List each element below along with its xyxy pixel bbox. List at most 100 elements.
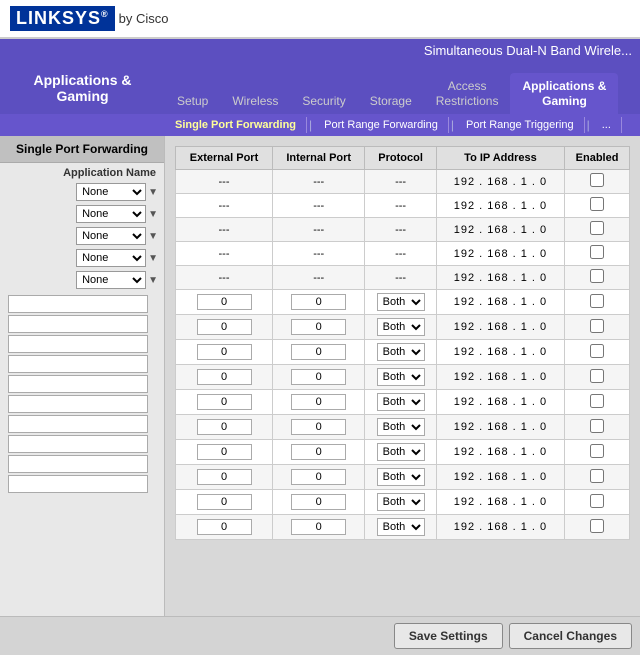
ext-port-input[interactable]	[197, 494, 252, 510]
protocol-select[interactable]: Both TCP UDP	[377, 468, 425, 486]
sidebar-row-2: None ▼	[0, 203, 164, 225]
enabled-checkbox[interactable]	[590, 221, 604, 235]
app-name-input-8[interactable]	[8, 435, 148, 453]
sub-nav: Single Port Forwarding | Port Range Forw…	[0, 114, 640, 136]
enabled-checkbox[interactable]	[590, 444, 604, 458]
content-area: Single Port Forwarding Application Name …	[0, 136, 640, 616]
enabled-checkbox[interactable]	[590, 519, 604, 533]
ext-port-input[interactable]	[197, 369, 252, 385]
int-port-input[interactable]	[291, 469, 346, 485]
proto-cell: Both TCP UDP	[365, 515, 436, 540]
ext-port-input[interactable]	[197, 344, 252, 360]
ext-port-cell	[176, 315, 273, 340]
enabled-checkbox[interactable]	[590, 369, 604, 383]
table-row: Both TCP UDP 192 . 168 . 1 . 0	[176, 465, 630, 490]
enabled-cell	[565, 218, 630, 242]
tab-applications-gaming[interactable]: Applications &Gaming	[510, 73, 618, 114]
protocol-select[interactable]: Both TCP UDP	[377, 443, 425, 461]
app-name-input-9[interactable]	[8, 455, 148, 473]
subnav-more[interactable]: ...	[592, 117, 622, 133]
proto-cell: Both TCP UDP	[365, 340, 436, 365]
int-port-input[interactable]	[291, 394, 346, 410]
ext-port-cell	[176, 440, 273, 465]
protocol-select[interactable]: Both TCP UDP	[377, 368, 425, 386]
sidebar-row-1: None ▼	[0, 181, 164, 203]
ext-port-input[interactable]	[197, 319, 252, 335]
protocol-select[interactable]: Both TCP UDP	[377, 518, 425, 536]
int-port-input[interactable]	[291, 519, 346, 535]
app-select-3[interactable]: None	[76, 227, 146, 245]
enabled-checkbox[interactable]	[590, 294, 604, 308]
table-row: Both TCP UDP 192 . 168 . 1 . 0	[176, 415, 630, 440]
int-port-cell	[273, 415, 365, 440]
protocol-select[interactable]: Both TCP UDP	[377, 418, 425, 436]
int-port-input[interactable]	[291, 419, 346, 435]
save-button[interactable]: Save Settings	[394, 623, 503, 649]
int-port-cell	[273, 490, 365, 515]
app-name-input-6[interactable]	[8, 395, 148, 413]
tab-wireless[interactable]: Wireless	[220, 88, 290, 114]
app-select-2[interactable]: None	[76, 205, 146, 223]
protocol-select[interactable]: Both TCP UDP	[377, 343, 425, 361]
tab-setup[interactable]: Setup	[165, 88, 220, 114]
enabled-checkbox[interactable]	[590, 319, 604, 333]
nav-tabs: Setup Wireless Security Storage AccessRe…	[165, 62, 640, 114]
int-port-input[interactable]	[291, 294, 346, 310]
int-port-input[interactable]	[291, 444, 346, 460]
protocol-select[interactable]: Both TCP UDP	[377, 293, 425, 311]
ext-port-input[interactable]	[197, 394, 252, 410]
int-port-input[interactable]	[291, 344, 346, 360]
app-name-input-7[interactable]	[8, 415, 148, 433]
int-port-input[interactable]	[291, 369, 346, 385]
ext-port-input[interactable]	[197, 294, 252, 310]
enabled-cell	[565, 340, 630, 365]
cancel-button[interactable]: Cancel Changes	[509, 623, 632, 649]
ip-cell: 192 . 168 . 1 . 0	[436, 290, 564, 315]
protocol-select[interactable]: Both TCP UDP	[377, 318, 425, 336]
subnav-port-range-forwarding[interactable]: Port Range Forwarding	[314, 117, 449, 133]
ext-port-input[interactable]	[197, 519, 252, 535]
app-name-input-10[interactable]	[8, 475, 148, 493]
proto-cell: Both TCP UDP	[365, 465, 436, 490]
port-forwarding-table: External Port Internal Port Protocol To …	[175, 146, 630, 540]
app-select-4[interactable]: None	[76, 249, 146, 267]
enabled-cell	[565, 290, 630, 315]
app-select-1[interactable]: None	[76, 183, 146, 201]
int-port-input[interactable]	[291, 494, 346, 510]
enabled-checkbox[interactable]	[590, 469, 604, 483]
enabled-checkbox[interactable]	[590, 245, 604, 259]
tab-access-restrictions[interactable]: AccessRestrictions	[424, 73, 511, 114]
enabled-checkbox[interactable]	[590, 269, 604, 283]
protocol-select[interactable]: Both TCP UDP	[377, 493, 425, 511]
app-name-input-4[interactable]	[8, 355, 148, 373]
table-row: Both TCP UDP 192 . 168 . 1 . 0	[176, 290, 630, 315]
int-port-cell	[273, 315, 365, 340]
ext-port-input[interactable]	[197, 469, 252, 485]
tab-storage[interactable]: Storage	[358, 88, 424, 114]
registered-mark: ®	[101, 9, 109, 19]
subnav-single-port-forwarding[interactable]: Single Port Forwarding	[165, 117, 307, 133]
ext-port-cell	[176, 390, 273, 415]
tab-security[interactable]: Security	[290, 88, 357, 114]
protocol-select[interactable]: Both TCP UDP	[377, 393, 425, 411]
app-name-input-5[interactable]	[8, 375, 148, 393]
table-row: Both TCP UDP 192 . 168 . 1 . 0	[176, 440, 630, 465]
table-row: --- --- --- 192 . 168 . 1 . 0	[176, 218, 630, 242]
subnav-port-range-triggering[interactable]: Port Range Triggering	[456, 117, 585, 133]
app-select-5[interactable]: None	[76, 271, 146, 289]
enabled-checkbox[interactable]	[590, 494, 604, 508]
ext-port-input[interactable]	[197, 419, 252, 435]
app-name-input-1[interactable]	[8, 295, 148, 313]
int-port-cell: ---	[273, 266, 365, 290]
ip-cell: 192 . 168 . 1 . 0	[436, 266, 564, 290]
enabled-checkbox[interactable]	[590, 173, 604, 187]
enabled-checkbox[interactable]	[590, 419, 604, 433]
ip-cell: 192 . 168 . 1 . 0	[436, 465, 564, 490]
enabled-checkbox[interactable]	[590, 394, 604, 408]
app-name-input-2[interactable]	[8, 315, 148, 333]
app-name-input-3[interactable]	[8, 335, 148, 353]
ext-port-input[interactable]	[197, 444, 252, 460]
int-port-input[interactable]	[291, 319, 346, 335]
enabled-checkbox[interactable]	[590, 197, 604, 211]
enabled-checkbox[interactable]	[590, 344, 604, 358]
